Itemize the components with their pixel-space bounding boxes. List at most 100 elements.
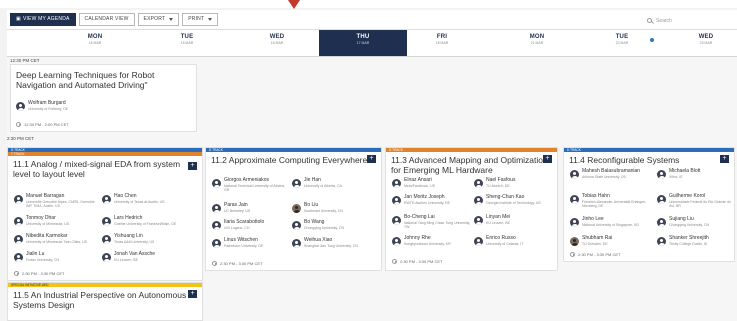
track-label: T TRACK	[8, 152, 202, 156]
avatar-icon	[657, 218, 666, 227]
avatar-icon	[474, 179, 483, 188]
export-dropdown[interactable]: EXPORT	[137, 13, 180, 26]
search-input[interactable]: Search	[647, 15, 735, 26]
avatar-icon	[657, 170, 666, 179]
session-card[interactable]: D TRACK + 11.2 Approximate Computing Eve…	[205, 147, 382, 271]
day-tab[interactable]: WED 16 MAR	[237, 30, 317, 56]
avatar-icon	[657, 195, 666, 204]
clock-icon	[570, 252, 575, 257]
session-card[interactable]: SPECIAL INITIATIVE AED + 11.5 An Industr…	[7, 282, 203, 321]
speaker[interactable]: Manuel Barragan Université Grenoble Alpes…	[14, 193, 100, 208]
day-tab[interactable]: TUE 22 MAR	[582, 30, 662, 56]
day-tab[interactable]: MON 21 MAR	[497, 30, 577, 56]
avatar-icon	[14, 235, 23, 244]
avatar-icon	[16, 102, 25, 111]
speaker[interactable]: Bo Liu Southeast University, CN	[292, 202, 380, 213]
speaker[interactable]: Jie Han University of Alberta, CA	[292, 177, 380, 188]
avatar-icon	[392, 216, 401, 225]
search-icon	[647, 18, 652, 23]
avatar-icon	[570, 195, 579, 204]
day-tab[interactable]: TUE 15 MAR	[147, 30, 227, 56]
speaker[interactable]: Enrico Russo University of Catania, IT	[474, 235, 556, 246]
session-card[interactable]: D TRACK T TRACK + 11.1 Analog / mixed-si…	[7, 147, 203, 281]
speaker[interactable]: Wolfram Burgard University of Freiburg, D…	[16, 100, 68, 111]
speaker[interactable]: Nibedita Karmokar University of Minnesota…	[14, 233, 100, 244]
avatar-icon	[212, 204, 221, 213]
avatar-icon	[570, 170, 579, 179]
add-to-agenda-button[interactable]: +	[188, 162, 197, 170]
speaker[interactable]: Ilaria Scarabottolo USI Lugano, CH	[212, 219, 290, 230]
scroll-indicator-icon	[650, 38, 654, 42]
speaker[interactable]: Jonah Van Assche KU Leuven, BE	[102, 251, 192, 262]
toolbar: ▣ VIEW MY AGENDA CALENDAR VIEW EXPORT PRI…	[7, 10, 737, 30]
avatar-icon	[102, 253, 111, 262]
track-label: D TRACK	[206, 148, 381, 152]
avatar-icon	[392, 179, 401, 188]
clock-icon	[16, 122, 21, 127]
session-title: 11.5 An Industrial Perspective on Autono…	[13, 290, 187, 310]
speaker[interactable]: Yishuang Lin Texas A&M University, US	[102, 233, 192, 244]
day-tab[interactable]: MON 16 MAR	[55, 30, 135, 56]
speaker[interactable]: Shanker Shreejith Trinity College Dublin,…	[657, 235, 735, 246]
speaker[interactable]: Guilherme Korol Universidade Federal do R…	[657, 193, 735, 208]
speaker[interactable]: Linus Witschen Paderborn University, DE	[212, 237, 290, 248]
speaker[interactable]: Hao Chen University of Texas at Austin, U…	[102, 193, 192, 204]
avatar-photo	[292, 204, 301, 213]
speaker[interactable]: Jinho Lee National University of Singapor…	[570, 216, 654, 227]
session-time: 12:30 PM - 2:00 PM CET	[16, 122, 69, 127]
speaker[interactable]: Bo-Cheng Lai National Yang Ming Chiao Tun…	[392, 214, 472, 229]
session-card[interactable]: D TRACK + 11.4 Reconfigurable Systems Ma…	[563, 147, 735, 262]
speaker[interactable]: Johnny Rhe Sungkyunkwan University, KR	[392, 235, 472, 246]
speaker[interactable]: Sheng-Chun Kao Georgia Institute of Techn…	[474, 194, 556, 205]
speaker[interactable]: Mahesh Balasubramanian Arizona State Univ…	[570, 168, 654, 179]
track-label: D TRACK	[386, 148, 557, 152]
add-to-agenda-button[interactable]: +	[367, 155, 376, 163]
session-card[interactable]: D TRACK + 11.3 Advanced Mapping and Opti…	[385, 147, 558, 271]
avatar-icon	[292, 179, 301, 188]
avatar-icon	[474, 196, 483, 205]
speaker[interactable]: Elnaz Ansari Meta/Facebook, US	[392, 177, 472, 188]
speaker[interactable]: Shubham Rai TU Dresden, DE	[570, 235, 654, 246]
speaker[interactable]: Weihua Xiao Shanghai Jiao Tong University…	[292, 237, 380, 248]
session-title: 11.1 Analog / mixed-signal EDA from syst…	[13, 159, 181, 179]
speaker[interactable]: Jialin Lu Fudan University, CN	[14, 251, 100, 262]
day-tab[interactable]: FRI 18 MAR	[402, 30, 482, 56]
view-my-agenda-button[interactable]: ▣ VIEW MY AGENDA	[10, 13, 76, 26]
avatar-icon	[14, 217, 23, 226]
keynote-card[interactable]: Deep Learning Techniques for Robot Navig…	[10, 64, 197, 132]
speaker[interactable]: Paras Jain UC Berkeley, US	[212, 202, 290, 213]
speaker[interactable]: Bo Wang Chongqing University, CN	[292, 219, 380, 230]
add-to-agenda-button[interactable]: +	[188, 290, 197, 298]
clock-icon	[392, 259, 397, 264]
speaker[interactable]: Linyan Mei KU Leuven, BE	[474, 214, 556, 225]
clock-icon	[14, 271, 19, 276]
session-time: 2:30 PM - 3:30 PM CET	[392, 259, 442, 264]
add-to-agenda-button[interactable]: +	[543, 155, 552, 163]
calendar-icon: ▣	[16, 16, 21, 22]
session-time: 2:30 PM - 3:30 PM CET	[212, 261, 262, 266]
avatar-icon	[292, 221, 301, 230]
session-title: 11.4 Reconfigurable Systems	[569, 155, 680, 165]
session-time: 2:30 PM - 3:30 PM CET	[14, 271, 64, 276]
speaker[interactable]: Lars Hedrich Goethe University of Frankfu…	[102, 215, 192, 226]
avatar-icon	[212, 179, 221, 188]
avatar-icon	[212, 239, 221, 248]
speaker[interactable]: Tonmoy Dhar University of Minnesota, US	[14, 215, 100, 226]
print-dropdown[interactable]: PRINT	[182, 13, 219, 26]
calendar-view-button[interactable]: CALENDAR VIEW	[78, 13, 135, 26]
speaker[interactable]: Nael Fasfous TU Munich, DE	[474, 177, 556, 188]
add-to-agenda-button[interactable]: +	[720, 155, 729, 163]
speaker[interactable]: Michaela Blott Xilinx, IE	[657, 168, 735, 179]
speaker[interactable]: Jan Moritz Joseph RWTH Aachen University,…	[392, 194, 472, 205]
day-tab[interactable]: WED 23 MAR	[675, 30, 737, 56]
avatar-icon	[212, 221, 221, 230]
speaker[interactable]: Tobias Hahn Friedrich-Alexander-Universit…	[570, 193, 654, 208]
speaker[interactable]: Giorgos Armeniakos National Technical Uni…	[212, 177, 290, 192]
day-tab-selected[interactable]: THU 17 MAR	[319, 30, 407, 56]
speaker[interactable]: Sujiang Liu Chongqing University, CN	[657, 216, 735, 227]
avatar-icon	[474, 216, 483, 225]
avatar-icon	[102, 235, 111, 244]
session-time: 2:30 PM - 3:30 PM CET	[570, 252, 620, 257]
clock-icon	[212, 261, 217, 266]
session-title: 11.3 Advanced Mapping and Optimization f…	[391, 155, 548, 175]
